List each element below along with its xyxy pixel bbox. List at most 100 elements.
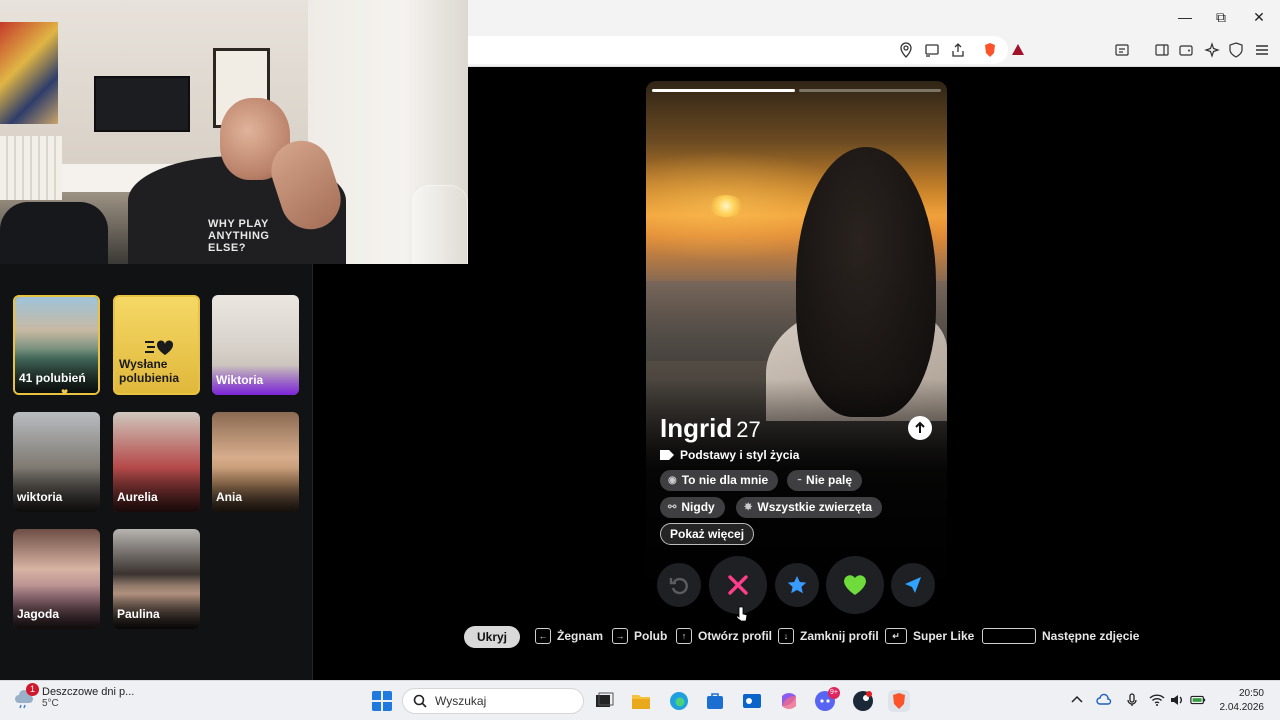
likes-count-label: 41 polubień	[19, 371, 86, 385]
shortcut-super-like-label: Super Like	[913, 629, 975, 643]
wall-painting	[0, 22, 58, 124]
reader-mode-icon[interactable]	[1114, 42, 1130, 58]
browser-titlebar: — ⧉ ✕	[468, 0, 1280, 34]
likes-sent-label: Wysłane polubienia	[119, 357, 179, 385]
copilot-icon[interactable]	[778, 690, 800, 712]
show-more-button[interactable]: Pokaż więcej	[660, 523, 755, 545]
radiator	[0, 136, 62, 200]
matches-panel: 41 polubień ♥ Wysłane polubienia Wiktori…	[0, 264, 313, 680]
sent-heart-icon	[143, 337, 175, 357]
star-icon	[787, 576, 807, 594]
cigarette-icon: ╶	[795, 475, 802, 486]
taskbar: 1 Deszczowe dni p... 5°C Wyszukaj 9+ 20:…	[0, 680, 1280, 720]
clock-date: 2.04.2026	[1219, 702, 1265, 713]
taskbar-search-input[interactable]: Wyszukaj	[402, 688, 584, 714]
glass-icon: ◉	[668, 475, 677, 486]
brave-rewards-icon[interactable]	[1010, 42, 1026, 58]
match-name: Jagoda	[17, 607, 60, 621]
windows-start-icon[interactable]	[371, 690, 393, 712]
leo-ai-icon[interactable]	[1204, 42, 1220, 58]
menu-icon[interactable]	[1254, 42, 1270, 58]
cloud-sync-icon[interactable]	[1096, 692, 1112, 708]
streamer: WHY PLAY ANYTHING ELSE?	[128, 98, 349, 264]
discord-badge: 9+	[828, 687, 840, 699]
arrow-up-key-icon: ↑	[676, 628, 692, 644]
shortcut-open-profile: ↑ Otwórz profil	[676, 628, 772, 644]
taskbar-search-placeholder: Wyszukaj	[435, 694, 487, 708]
space-key-icon	[982, 628, 1036, 644]
restore-button[interactable]: ⧉	[1210, 6, 1232, 28]
task-view-icon[interactable]	[593, 690, 615, 712]
rewind-button[interactable]	[657, 563, 701, 607]
weather-icon: 1	[14, 683, 39, 709]
hide-shortcuts-button[interactable]: Ukryj	[464, 626, 520, 648]
store-icon[interactable]	[704, 690, 726, 712]
share-icon[interactable]	[950, 42, 966, 58]
like-button[interactable]	[826, 556, 884, 614]
super-like-button[interactable]	[775, 563, 819, 607]
likes-sent-card[interactable]: Wysłane polubienia	[113, 295, 200, 395]
chair	[0, 202, 108, 264]
mouse-cursor-icon	[736, 606, 748, 622]
outlook-icon[interactable]	[741, 690, 763, 712]
minimize-button[interactable]: —	[1174, 6, 1196, 28]
wallet-icon[interactable]	[1178, 42, 1194, 58]
photo-progress-segment[interactable]	[798, 89, 941, 92]
photo-progress-segment[interactable]	[652, 89, 795, 92]
wifi-icon[interactable]	[1149, 692, 1165, 708]
discord-app[interactable]: 9+	[814, 687, 840, 712]
shortcut-close-label: Zamknij profil	[800, 629, 879, 643]
system-clock[interactable]: 20:50 2.04.2026	[1220, 687, 1265, 715]
match-name: Paulina	[117, 607, 160, 621]
steam-icon[interactable]	[852, 690, 874, 712]
open-profile-button[interactable]	[908, 416, 932, 440]
arrow-right-key-icon: →	[612, 628, 628, 644]
battery-icon[interactable]	[1190, 692, 1206, 708]
arrow-left-key-icon: ←	[535, 628, 551, 644]
boost-button[interactable]	[891, 563, 935, 607]
clock-time: 20:50	[1238, 688, 1264, 699]
volume-icon[interactable]	[1169, 692, 1185, 708]
keyboard-shortcuts-bar: Ukryj ← Żegnam → Polub ↑ Otwórz profil ↓ Zam…	[464, 626, 1164, 648]
file-explorer-icon[interactable]	[630, 690, 652, 712]
chevron-up-icon[interactable]	[1069, 692, 1085, 708]
location-icon[interactable]	[898, 42, 914, 58]
shortcut-next-photo: Następne zdjęcie	[982, 628, 1139, 644]
match-card-aurelia[interactable]: Aurelia	[113, 412, 200, 512]
chip-pets: ✸ Wszystkie zwierzęta	[736, 497, 883, 518]
profile-card[interactable]: Ingrid 27 Podstawy i styl życia ◉ To nie d…	[646, 81, 947, 579]
match-name: Ania	[216, 490, 243, 504]
likes-you-card[interactable]: 41 polubień ♥	[13, 295, 100, 395]
brave-browser-icon[interactable]	[888, 690, 910, 712]
match-card-wiktoria-2[interactable]: wiktoria	[13, 412, 100, 512]
match-card-wiktoria[interactable]: Wiktoria	[212, 295, 299, 395]
close-window-button[interactable]: ✕	[1248, 6, 1270, 28]
shortcut-like-label: Polub	[634, 629, 668, 643]
chip-label: Nigdy	[681, 500, 715, 514]
microphone-icon[interactable]	[1124, 692, 1140, 708]
profile-heading: Ingrid 27	[660, 413, 761, 444]
bottle	[412, 185, 468, 264]
webcam-overlay: WHY PLAY ANYTHING ELSE?	[0, 0, 468, 264]
weather-title: Deszczowe dni p...	[42, 685, 135, 698]
shortcut-super-like: ↵ Super Like	[885, 628, 974, 644]
cast-icon[interactable]	[924, 42, 940, 58]
vpn-icon[interactable]	[1228, 42, 1244, 58]
dumbbell-icon: ⚯	[668, 502, 677, 513]
brave-shields-icon[interactable]	[982, 42, 998, 58]
match-card-jagoda[interactable]: Jagoda	[13, 529, 100, 629]
gold-heart-icon: ♥	[61, 385, 69, 395]
chip-workout: ⚯ Nigdy	[660, 497, 725, 518]
sunset-sun	[708, 195, 744, 217]
chip-label: Nie palę	[806, 473, 853, 487]
match-name: wiktoria	[17, 490, 63, 504]
edge-browser-icon[interactable]	[668, 690, 690, 712]
sidebar-icon[interactable]	[1154, 42, 1170, 58]
match-card-paulina[interactable]: Paulina	[113, 529, 200, 629]
shortcut-like: → Polub	[612, 628, 667, 644]
weather-widget[interactable]: 1 Deszczowe dni p... 5°C	[14, 683, 135, 709]
tag-icon	[660, 450, 674, 460]
shortcut-open-label: Otwórz profil	[698, 629, 772, 643]
match-card-ania[interactable]: Ania	[212, 412, 299, 512]
weather-badge: 1	[26, 683, 39, 696]
